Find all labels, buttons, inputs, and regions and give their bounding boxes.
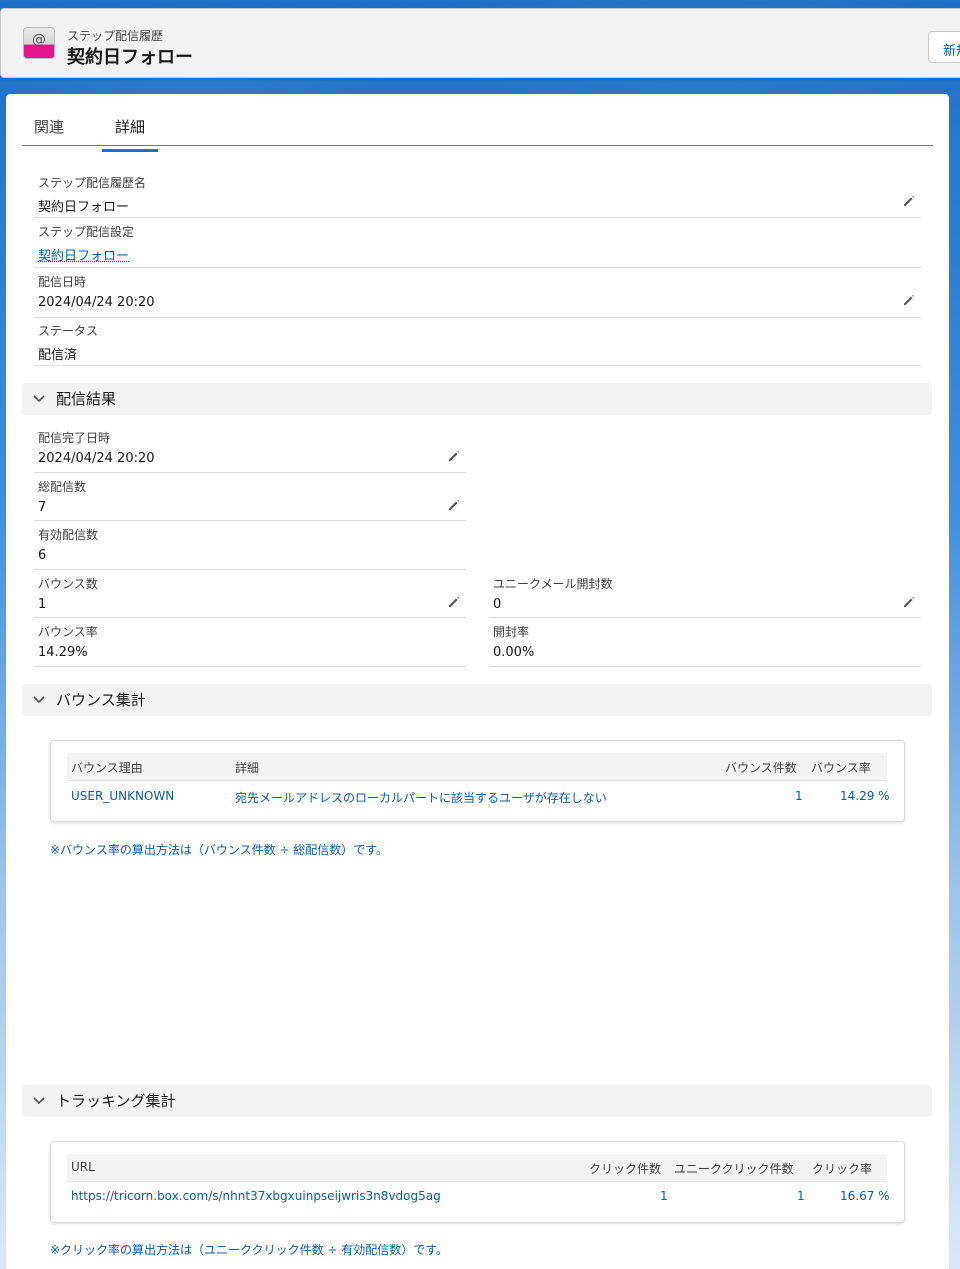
detail-card: 関連 詳細 ステップ配信履歴名 契約日フォロー ステップ配信設定 契約日フォロー… <box>6 94 949 1269</box>
table-header: バウンス理由 詳細 バウンス件数 バウンス率 <box>67 753 887 781</box>
field-total: 総配信数 7 <box>34 478 466 521</box>
tab-related[interactable]: 関連 <box>34 116 64 145</box>
section-title: トラッキング集計 <box>56 1092 176 1110</box>
chevron-down-icon <box>33 1097 45 1105</box>
column-header: クリック率 <box>812 1162 873 1176</box>
field-value: 14.29% <box>38 645 88 660</box>
field-value: 6 <box>38 548 47 563</box>
setting-link[interactable]: 契約日フォロー <box>38 245 129 264</box>
tracking-note: ※クリック率の算出方法は（ユニーククリック件数 ÷ 有効配信数）です。 <box>50 1243 449 1257</box>
chevron-down-icon <box>33 696 45 704</box>
column-header: バウンス理由 <box>71 761 143 775</box>
field-value: 契約日フォロー <box>38 200 130 215</box>
field-label: 有効配信数 <box>38 528 99 542</box>
field-unique-open: ユニークメール開封数 0 <box>489 575 921 618</box>
section-bounce-summary[interactable]: バウンス集計 <box>22 684 932 716</box>
field-label: ステータス <box>38 324 99 338</box>
field-value: 1 <box>38 597 47 612</box>
column-header: バウンス件数 <box>725 761 797 775</box>
bounce-detail: 宛先メールアドレスのローカルパートに該当するユーザが存在しない <box>235 791 607 805</box>
field-name: ステップ配信履歴名 契約日フォロー <box>34 174 921 218</box>
field-label: ユニークメール開封数 <box>493 577 613 591</box>
field-value: 7 <box>38 500 47 515</box>
field-label: 配信完了日時 <box>38 431 111 445</box>
bounce-reason: USER_UNKNOWN <box>71 789 175 803</box>
field-datetime: 配信日時 2024/04/24 20:20 <box>34 273 921 318</box>
column-header: ユニーククリック件数 <box>674 1162 794 1176</box>
record-header: @ ステップ配信履歴 契約日フォロー 新規 <box>0 8 960 78</box>
field-valid: 有効配信数 6 <box>34 526 466 570</box>
email-icon: @ <box>23 27 55 59</box>
click-count: 1 <box>660 1189 668 1203</box>
edit-pencil-icon[interactable] <box>447 449 461 463</box>
field-label: 配信日時 <box>38 275 87 289</box>
record-title: 契約日フォロー <box>67 47 193 68</box>
field-value: 0.00% <box>493 645 535 660</box>
field-setting: ステップ配信設定 契約日フォロー <box>34 223 921 268</box>
edit-pencil-icon[interactable] <box>902 293 916 307</box>
field-bounce-count: バウンス数 1 <box>34 575 466 618</box>
field-completed-at: 配信完了日時 2024/04/24 20:20 <box>34 429 466 473</box>
tab-bar: 関連 詳細 <box>22 110 933 152</box>
field-value: 配信済 <box>38 348 78 363</box>
object-label: ステップ配信履歴 <box>67 29 164 43</box>
field-value: 2024/04/24 20:20 <box>38 451 155 466</box>
chevron-down-icon <box>33 395 45 403</box>
column-header: 詳細 <box>235 761 260 775</box>
edit-pencil-icon[interactable] <box>902 194 916 208</box>
new-button[interactable]: 新規 <box>928 31 960 63</box>
field-label: ステップ配信履歴名 <box>38 176 147 190</box>
section-title: バウンス集計 <box>56 691 146 709</box>
section-tracking-summary[interactable]: トラッキング集計 <box>22 1085 932 1117</box>
field-open-rate: 開封率 0.00% <box>489 623 921 667</box>
column-header: クリック件数 <box>589 1162 662 1176</box>
bounce-table: バウンス理由 詳細 バウンス件数 バウンス率 USER_UNKNOWN 宛先メー… <box>50 740 905 822</box>
field-label: 総配信数 <box>38 480 87 494</box>
field-value: 2024/04/24 20:20 <box>38 295 155 310</box>
column-header: URL <box>71 1160 95 1174</box>
field-value: 0 <box>493 597 502 612</box>
click-rate: 16.67 % <box>840 1189 890 1203</box>
field-label: ステップ配信設定 <box>38 225 135 239</box>
table-header: URL クリック件数 ユニーククリック件数 クリック率 <box>67 1154 887 1182</box>
edit-pencil-icon[interactable] <box>447 498 461 512</box>
bounce-rate: 14.29 % <box>840 789 890 803</box>
field-label: バウンス数 <box>38 577 98 591</box>
column-header: バウンス率 <box>811 761 871 775</box>
bounce-note: ※バウンス率の算出方法は（バウンス件数 ÷ 総配信数）です。 <box>50 843 389 857</box>
edit-pencil-icon[interactable] <box>447 595 461 609</box>
bounce-count: 1 <box>795 789 803 803</box>
edit-pencil-icon[interactable] <box>902 595 916 609</box>
tracking-url-link[interactable]: https://tricorn.box.com/s/nhnt37xbgxuinp… <box>71 1189 441 1203</box>
section-delivery-result[interactable]: 配信結果 <box>22 383 932 415</box>
section-title: 配信結果 <box>56 390 117 408</box>
tracking-table: URL クリック件数 ユニーククリック件数 クリック率 https://tric… <box>50 1141 905 1223</box>
field-label: バウンス率 <box>38 625 98 639</box>
tab-details[interactable]: 詳細 <box>102 116 158 152</box>
unique-click-count: 1 <box>797 1189 805 1203</box>
field-label: 開封率 <box>493 625 530 639</box>
field-status: ステータス 配信済 <box>34 322 921 366</box>
field-bounce-rate: バウンス率 14.29% <box>34 623 466 667</box>
